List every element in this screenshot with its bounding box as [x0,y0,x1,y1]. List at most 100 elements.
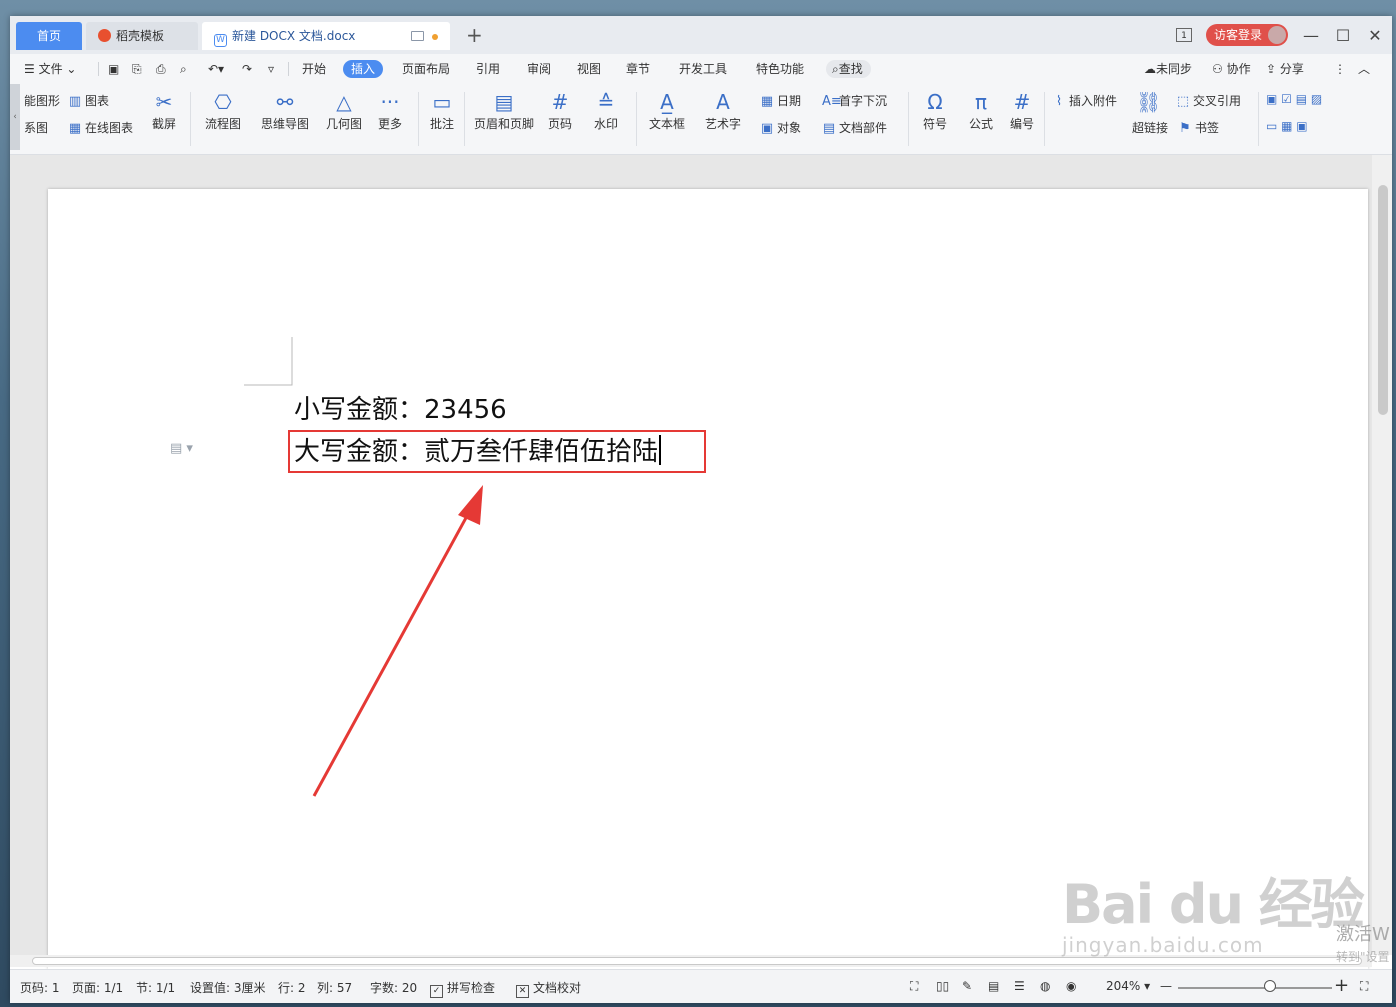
save-icon[interactable]: ▣ [108,60,119,78]
status-section[interactable]: 节: 1/1 [136,979,175,996]
form-controls-row1[interactable]: ▣ ☑ ▤ ▨ [1266,92,1322,106]
wps-writer-window: 首页 稻壳模板 W 新建 DOCX 文档.docx + 1 访客登录 — ☐ ✕ … [10,16,1392,1003]
tab-docer-templates[interactable]: 稻壳模板 [86,22,198,50]
crossref-button[interactable]: ⬚ 交叉引用 [1176,92,1241,109]
maximize-button[interactable]: ☐ [1334,26,1352,45]
format-painter-icon[interactable]: ⎘ [132,60,142,78]
online-chart-button[interactable]: ▦ 在线图表 [68,119,133,136]
print-preview-icon[interactable]: ⌕ [180,60,187,78]
share-button[interactable]: ⇪ 分享 [1266,60,1304,78]
tab-chapter[interactable]: 章节 [626,60,650,78]
collapse-ribbon-icon[interactable]: ︿ [1358,60,1370,78]
tab-references[interactable]: 引用 [476,60,500,78]
screenshot-button[interactable]: ✂ 截屏 [144,88,184,132]
eye-protection-icon[interactable]: ◉ [1066,979,1076,993]
bookmark-button[interactable]: ⚑ 书签 [1178,119,1219,136]
file-menu[interactable]: ☰ 文件 ⌄ [24,60,76,78]
divider [636,92,637,146]
sync-status[interactable]: ☁未同步 [1144,60,1192,78]
flowchart-button[interactable]: ⎔ 流程图 [198,88,248,132]
page-number-button[interactable]: # 页码 [540,88,580,132]
textbox-button[interactable]: A̲ 文本框 [642,88,692,132]
mindmap-button[interactable]: ⚯ 思维导图 [254,88,316,132]
edit-mode-icon[interactable]: ✎ [962,979,972,993]
formula-button[interactable]: π 公式 [960,88,1002,132]
dropcap-button[interactable]: A≡首字下沉 [822,92,887,109]
guest-login-button[interactable]: 访客登录 [1205,24,1288,46]
hamburger-icon: ☰ [24,62,39,76]
tab-review[interactable]: 审阅 [527,60,551,78]
tab-insert[interactable]: 插入 [343,60,384,78]
more-button[interactable]: ··· 更多 [370,88,410,132]
header-footer-button[interactable]: ▤ 页眉和页脚 [470,88,538,132]
status-row[interactable]: 行: 2 [278,979,306,996]
divider [1258,92,1259,146]
more-options-icon[interactable]: ⋮ [1334,60,1346,78]
status-wordcount[interactable]: 字数: 20 [370,979,417,996]
tab-home[interactable]: 首页 [16,22,82,50]
attachment-button[interactable]: ⌇ 插入附件 [1052,92,1117,109]
spellcheck-button[interactable]: ✓ 拼写检查 [430,979,495,998]
vertical-scrollbar[interactable] [1372,155,1392,955]
status-pages[interactable]: 页面: 1/1 [72,979,123,996]
hyperlink-button[interactable]: 超链接 [1132,119,1168,136]
undo-icon[interactable]: ↶▾ [208,60,224,78]
person-icon: ⚇ [1212,62,1227,76]
symbol-button[interactable]: Ω 符号 [914,88,956,132]
page-view-icon[interactable]: ▤ [988,979,999,993]
ribbon-scroll-left[interactable]: ‹ [10,84,20,150]
numbering-button[interactable]: # 编号 [1004,88,1040,132]
outline-view-icon[interactable]: ☰ [1014,979,1025,993]
redo-icon[interactable]: ↷ [242,60,252,78]
customize-toolbar-icon[interactable]: ▿ [268,60,274,78]
date-button[interactable]: ▦ 日期 [760,92,801,109]
page-count-icon[interactable]: 1 [1175,28,1192,42]
relation-chart-button[interactable]: 系图 [24,119,48,136]
vertical-scroll-thumb[interactable] [1378,185,1388,415]
tab-start[interactable]: 开始 [302,60,326,78]
status-page-no[interactable]: 页码: 1 [20,979,60,996]
flowchart-label: 流程图 [204,117,241,131]
proofread-button[interactable]: ✕ 文档校对 [516,979,581,998]
geometry-button[interactable]: △ 几何图 [322,88,366,132]
web-view-icon[interactable]: ◍ [1040,979,1050,993]
comment-button[interactable]: ▭ 批注 [424,88,460,132]
close-button[interactable]: ✕ [1366,26,1384,45]
search-box[interactable]: ⌕查找 [826,60,871,78]
zoom-slider[interactable] [1178,987,1332,989]
print-icon[interactable]: ⎙ [156,60,166,78]
tab-document[interactable]: W 新建 DOCX 文档.docx [202,22,450,50]
zoom-slider-handle[interactable] [1264,980,1276,992]
smartart-button[interactable]: 能图形 [24,92,60,109]
chart-button[interactable]: ▥ 图表 [68,92,109,109]
numbering-icon: # [1013,90,1031,114]
display-icon[interactable] [411,31,424,41]
fullscreen-icon[interactable]: ⛶ [910,979,918,994]
reading-mode-icon[interactable]: ▯▯ [936,979,949,993]
docpart-button[interactable]: ▤ 文档部件 [822,119,887,136]
collaborate-button[interactable]: ⚇ 协作 [1212,60,1251,78]
bookmark-label: 书签 [1195,121,1220,135]
hyperlink-icon[interactable]: ⛓ [1136,88,1161,116]
tab-view[interactable]: 视图 [577,60,601,78]
mindmap-icon: ⚯ [276,90,294,114]
document-page[interactable]: ▤ ▾ 小写金额：23456 大写金额：贰万叁仟肆佰伍拾陆 [48,189,1368,969]
sync-status-label: 未同步 [1156,62,1193,76]
zoom-level[interactable]: 204% ▾ [1106,979,1150,993]
tab-developer[interactable]: 开发工具 [679,60,727,78]
document-canvas: ▤ ▾ 小写金额：23456 大写金额：贰万叁仟肆佰伍拾陆 [10,155,1372,969]
object-button[interactable]: ▣ 对象 [760,119,801,136]
tab-features[interactable]: 特色功能 [756,60,804,78]
zoom-out-button[interactable]: — [1160,979,1172,993]
tab-page-layout[interactable]: 页面布局 [402,60,450,78]
status-col[interactable]: 列: 57 [317,979,352,996]
minimize-button[interactable]: — [1302,26,1320,45]
new-tab-button[interactable]: + [466,22,483,48]
wordart-button[interactable]: A 艺术字 [698,88,748,132]
form-controls-row2[interactable]: ▭ ▦ ▣ [1266,119,1308,133]
horizontal-scroll-thumb[interactable] [32,957,1362,965]
fit-window-icon[interactable]: ⛶ [1360,979,1368,994]
zoom-in-button[interactable]: + [1334,975,1349,996]
watermark-button[interactable]: ≙ 水印 [584,88,628,132]
status-setting[interactable]: 设置值: 3厘米 [190,979,266,996]
